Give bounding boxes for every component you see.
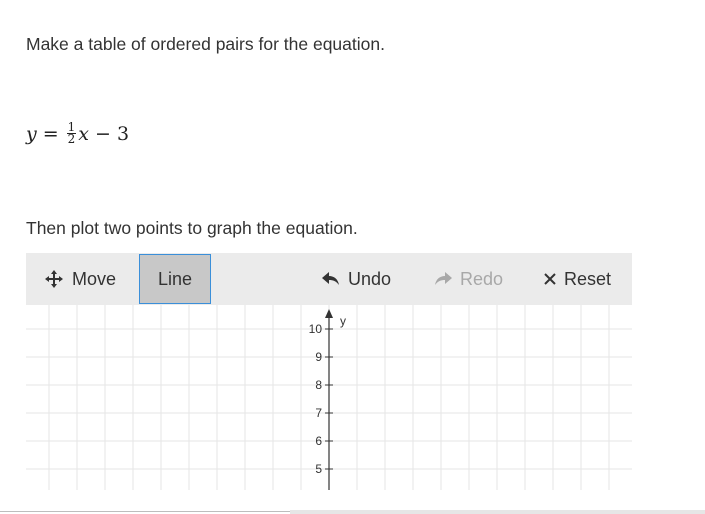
equation: y = 1 2 x − 3 bbox=[26, 121, 130, 146]
y-tick-label: 5 bbox=[315, 462, 322, 476]
equation-equals: = bbox=[42, 122, 59, 145]
equation-fraction: 1 2 bbox=[66, 121, 77, 146]
undo-button[interactable]: Undo bbox=[322, 253, 391, 305]
coordinate-graph[interactable]: y 10 9 8 7 6 5 bbox=[26, 305, 632, 490]
move-tool-button[interactable]: Move bbox=[44, 253, 116, 305]
y-tick-label: 8 bbox=[315, 378, 322, 392]
move-label: Move bbox=[72, 268, 117, 289]
graph-toolbar: Move Line Undo Redo Reset bbox=[26, 253, 632, 305]
plot-instruction: Then plot two points to graph the equati… bbox=[26, 218, 358, 238]
move-arrows-icon bbox=[44, 269, 64, 289]
y-axis-arrow-icon bbox=[325, 309, 333, 318]
y-tick-label: 7 bbox=[315, 406, 322, 420]
y-tick-label: 9 bbox=[315, 350, 322, 364]
reset-label: Reset bbox=[564, 268, 612, 289]
equation-constant: − 3 bbox=[95, 122, 130, 145]
y-axis-label: y bbox=[340, 314, 346, 328]
redo-label: Redo bbox=[460, 268, 504, 289]
scroll-edge bbox=[290, 510, 705, 514]
line-label: Line bbox=[157, 268, 193, 289]
redo-arrow-icon bbox=[434, 272, 452, 286]
equation-lhs: y bbox=[26, 122, 37, 145]
redo-button[interactable]: Redo bbox=[434, 253, 503, 305]
fraction-denominator: 2 bbox=[67, 132, 76, 146]
y-tick-label: 6 bbox=[315, 434, 322, 448]
undo-arrow-icon bbox=[322, 272, 340, 286]
equation-variable: x bbox=[78, 122, 90, 145]
y-tick-label: 10 bbox=[309, 322, 323, 336]
line-tool-button[interactable]: Line bbox=[139, 254, 211, 304]
reset-button[interactable]: Reset bbox=[544, 253, 611, 305]
graph-canvas[interactable]: y 10 9 8 7 6 5 bbox=[26, 305, 632, 490]
undo-label: Undo bbox=[348, 268, 392, 289]
divider bbox=[0, 511, 290, 512]
question-prompt: Make a table of ordered pairs for the eq… bbox=[26, 34, 385, 54]
close-x-icon bbox=[544, 273, 556, 285]
